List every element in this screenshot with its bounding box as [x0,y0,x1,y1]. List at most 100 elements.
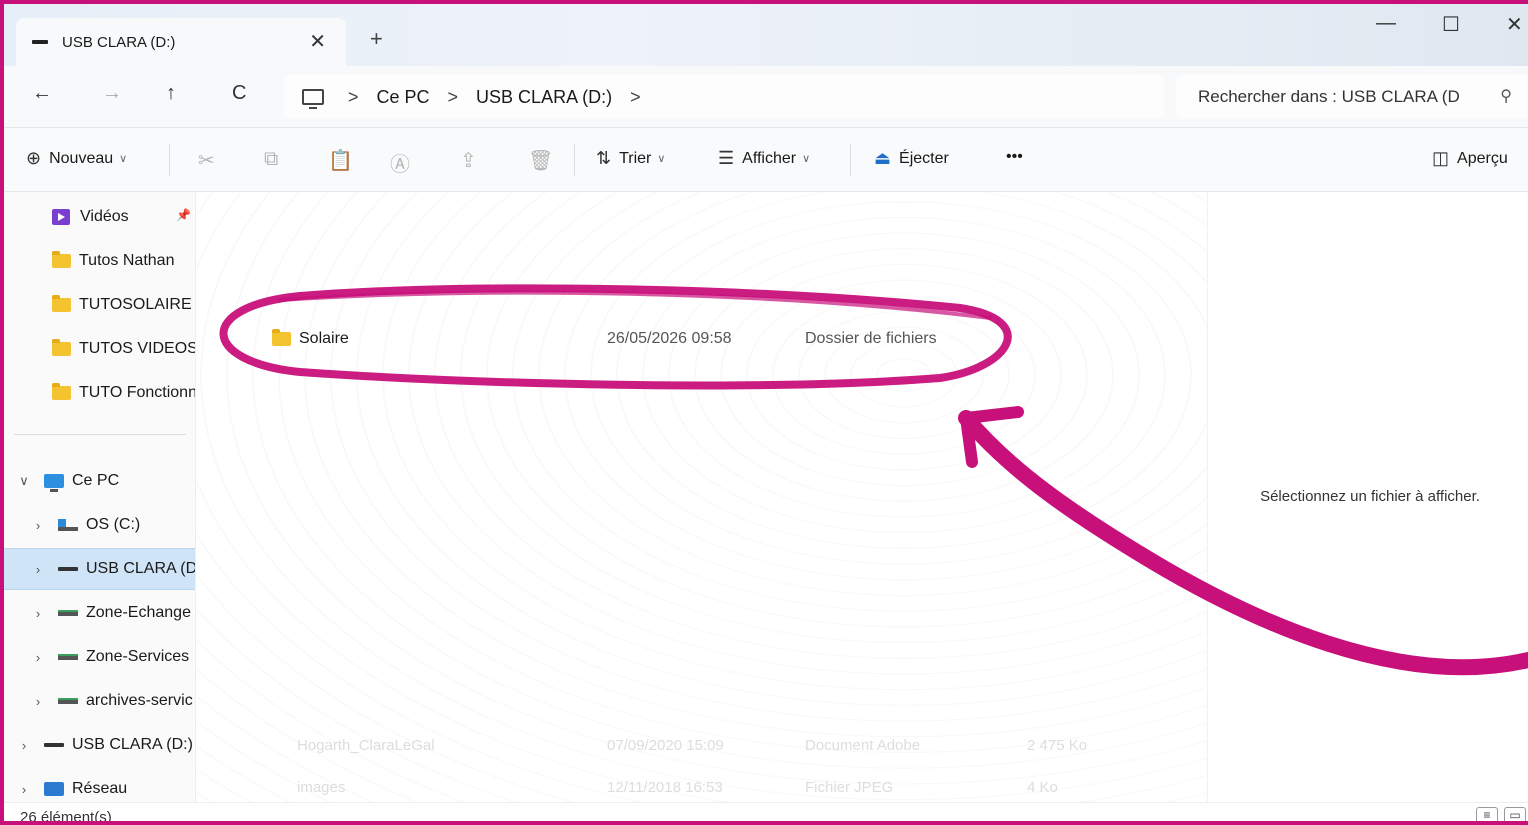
sidebar-item-zone-echange[interactable]: › Zone-Echange [4,592,195,634]
preview-pane-button[interactable]: ◫ Aperçu [1432,148,1508,169]
more-icon: ••• [1006,148,1023,165]
chevron-right-icon[interactable]: › [32,562,44,577]
chevron-right-icon[interactable]: › [18,782,30,797]
minimize-button[interactable]: — [1376,12,1396,35]
network-icon [44,782,64,796]
tab-usb-clara[interactable]: USB CLARA (D:) ✕ [16,18,346,66]
background-texture [197,192,1207,802]
refresh-button[interactable]: C [232,82,246,105]
tab-close-button[interactable]: ✕ [309,29,326,54]
sidebar-item-archives-services[interactable]: › archives-servic [4,680,195,722]
navigation-pane: Vidéos 📌 Tutos Nathan TUTOSOLAIRE TUTOS … [4,192,196,802]
video-icon [52,209,70,225]
sidebar-item-label: TUTOSOLAIRE [79,296,192,313]
maximize-button[interactable]: ☐ [1442,12,1460,37]
new-button[interactable]: ⊕ Nouveau ∨ [26,148,127,169]
network-drive-icon [58,698,78,704]
preview-label: Aperçu [1457,149,1508,167]
toolbar-divider [574,144,575,176]
address-bar: ← → ↑ C > Ce PC > USB CLARA (D:) > Reche… [4,66,1528,128]
breadcrumb-item-ce-pc[interactable]: Ce PC [377,87,430,108]
view-button[interactable]: ☰ Afficher ∨ [718,148,810,169]
cut-icon[interactable]: ✂ [198,148,215,173]
sidebar-item-ce-pc[interactable]: ∨ Ce PC [4,460,195,502]
computer-icon [44,474,64,492]
chevron-down-icon: ∨ [657,153,666,165]
view-label: Afficher [742,149,797,167]
breadcrumb[interactable]: > Ce PC > USB CLARA (D:) > [284,75,1164,119]
breadcrumb-separator: > [348,86,359,107]
chevron-right-icon[interactable]: › [32,650,44,665]
file-row-faded[interactable]: Hogarth_ClaraLeGal 07/09/2020 15:09 Docu… [197,734,1197,756]
sidebar-item-os-c[interactable]: › OS (C:) [4,504,195,546]
sidebar-item-zone-services[interactable]: › Zone-Services [4,636,195,678]
breadcrumb-separator[interactable]: > [630,87,641,108]
toolbar-divider [169,144,170,176]
search-input[interactable]: Rechercher dans : USB CLARA (D ⚲ [1176,75,1528,119]
pin-icon: 📌 [176,208,191,222]
breadcrumb-item-usb-clara[interactable]: USB CLARA (D:) [476,87,612,108]
sidebar-item-usb-clara-selected[interactable]: › USB CLARA (D [4,548,195,590]
sidebar-item-label: TUTOS VIDEOS [79,340,196,357]
file-name: Solaire [299,330,349,347]
file-name: Hogarth_ClaraLeGal [297,736,435,754]
preview-pane-icon: ◫ [1432,148,1450,168]
close-window-button[interactable]: ✕ [1506,12,1523,37]
file-list: Solaire 26/05/2026 09:58 Dossier de fich… [197,192,1207,802]
network-drive-icon [58,654,78,660]
new-label: Nouveau [49,149,114,167]
sidebar-item-tutosolaire[interactable]: TUTOSOLAIRE [4,284,195,326]
paste-icon[interactable]: 📋 [328,148,353,173]
rename-icon[interactable]: Ⓐ [390,148,410,177]
view-lines-icon: ☰ [718,148,735,168]
back-button[interactable]: ← [32,82,52,105]
eject-button[interactable]: ⏏ Éjecter [874,148,949,169]
folder-icon [52,339,71,356]
sort-button[interactable]: ⇅ Trier ∨ [596,148,665,169]
folder-icon [272,329,291,346]
status-bar: 26 élément(s) ≡ ▭ [4,802,1528,821]
file-type: Dossier de fichiers [805,330,937,347]
sidebar-item-tuto-fonctionn[interactable]: TUTO Fonctionn [4,372,196,414]
up-button[interactable]: ↑ [166,82,176,105]
delete-icon[interactable]: 🗑 [528,148,553,173]
sidebar-item-label: USB CLARA (D:) [72,736,193,753]
search-placeholder: Rechercher dans : USB CLARA (D [1198,87,1460,106]
sidebar-item-label: Réseau [72,780,128,797]
forward-button[interactable]: → [102,82,122,105]
sidebar-item-label: TUTO Fonctionn [79,384,196,401]
chevron-down-icon[interactable]: ∨ [18,473,30,489]
chevron-right-icon[interactable]: › [32,606,44,621]
file-size: 4 Ko [1027,778,1058,796]
sidebar-item-label: Zone-Services [86,648,190,665]
chevron-right-icon[interactable]: › [32,694,44,709]
tab-label: USB CLARA (D:) [62,33,176,51]
sidebar-item-label: archives-servic [86,692,193,709]
sidebar-divider [14,434,186,435]
sidebar-item-tutos-nathan[interactable]: Tutos Nathan [4,240,195,282]
usb-drive-icon [32,40,48,44]
file-row-faded[interactable]: images 12/11/2018 16:53 Fichier JPEG 4 K… [197,776,1197,798]
chevron-right-icon[interactable]: › [18,738,30,753]
file-row-solaire[interactable]: Solaire 26/05/2026 09:58 Dossier de fich… [272,327,992,351]
sidebar-item-usb-clara-root[interactable]: › USB CLARA (D:) [4,724,195,766]
sort-label: Trier [619,149,652,167]
file-modified: 07/09/2020 15:09 [607,736,724,754]
sidebar-item-label: Vidéos [80,208,129,225]
sidebar-item-tutos-videos[interactable]: TUTOS VIDEOS [4,328,196,370]
file-type: Fichier JPEG [805,778,894,796]
more-options-button[interactable]: ••• [1006,148,1023,166]
computer-icon [302,89,324,109]
copy-icon[interactable]: ⧉ [264,148,278,171]
tiles-view-icon[interactable]: ▭ [1504,807,1526,821]
share-icon[interactable]: ⇪ [460,148,477,173]
details-view-icon[interactable]: ≡ [1476,807,1498,821]
plus-circle-icon: ⊕ [26,148,42,168]
chevron-right-icon[interactable]: › [32,518,44,533]
folder-icon [52,295,71,312]
new-tab-button[interactable]: + [370,26,383,52]
sidebar-item-videos[interactable]: Vidéos 📌 [4,196,195,238]
sidebar-item-reseau[interactable]: › Réseau [4,768,195,802]
file-name: images [297,778,346,796]
file-size: 2 475 Ko [1027,736,1088,754]
